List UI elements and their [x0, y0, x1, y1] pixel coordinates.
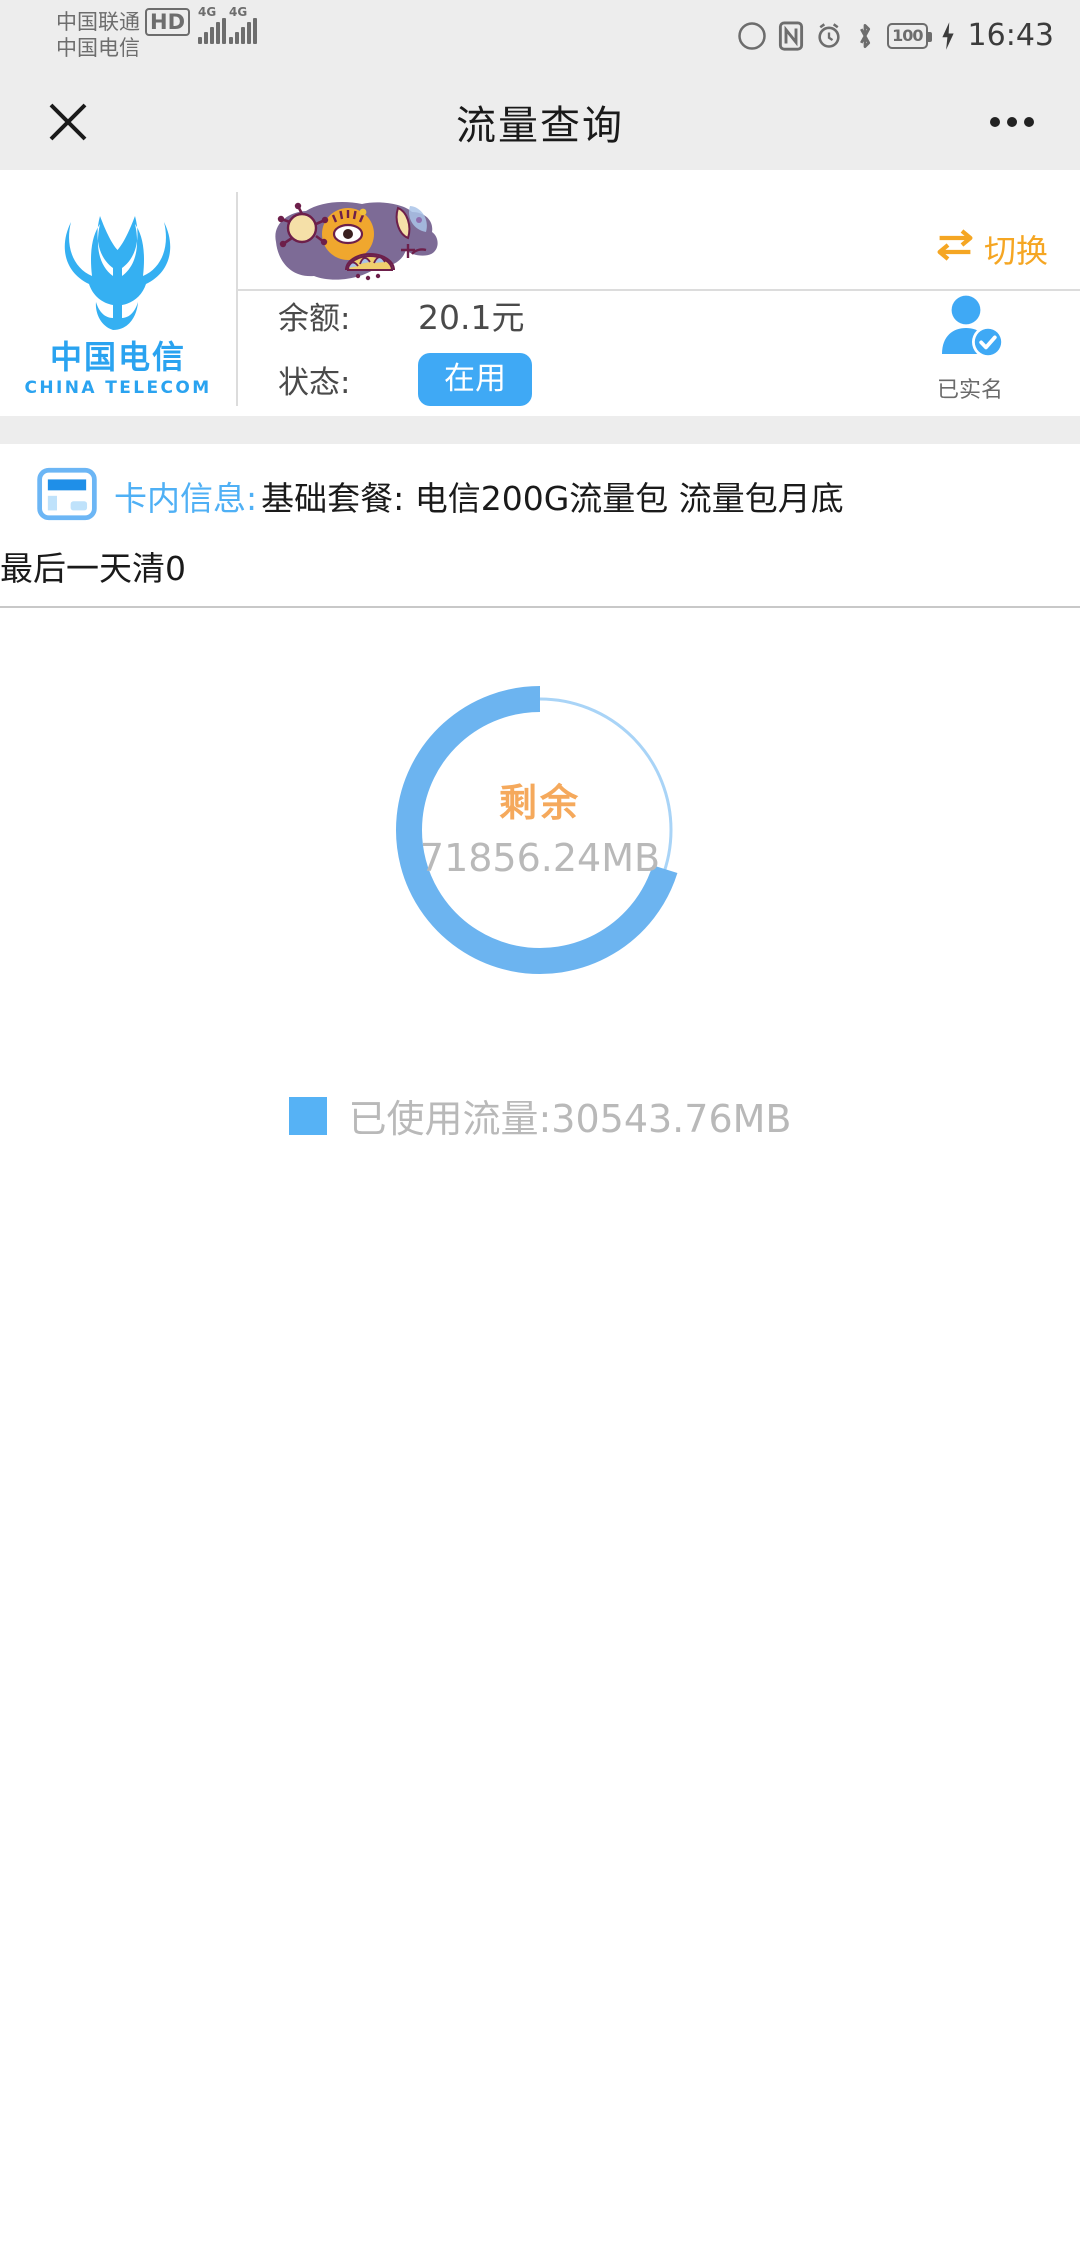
account-top-row: 切换	[238, 192, 1080, 289]
signal-indicators: 4G 4G	[198, 4, 258, 44]
hd-badge: HD	[145, 8, 191, 37]
verified-indicator: 已实名	[934, 294, 1006, 404]
switch-account-label: 切换	[983, 232, 1048, 270]
signal-icon-sim1: 4G	[198, 5, 227, 44]
charging-bolt-icon	[939, 21, 957, 51]
eye-care-icon	[737, 21, 767, 51]
section-gap	[0, 416, 1080, 444]
screen-root: 中国联通 HD 中国电信 4G 4G 100 16:43 流量查询 中国电信 C…	[0, 0, 1080, 2244]
carrier-primary-label: 中国联通	[56, 9, 140, 34]
telecom-logo-en: CHINA TELECOM	[24, 378, 212, 399]
page-title: 流量查询	[456, 103, 624, 149]
card-info-label: 卡内信息:	[114, 479, 258, 518]
status-badge: 在用	[418, 353, 532, 406]
switch-account-button[interactable]: 切换	[934, 226, 1048, 272]
battery-icon: 100	[887, 22, 932, 49]
carrier-names: 中国联通 HD 中国电信	[56, 4, 191, 61]
legend-swatch-used	[288, 1096, 327, 1135]
close-icon[interactable]	[36, 90, 100, 154]
status-bar-clock: 16:43	[967, 18, 1054, 53]
bluetooth-icon	[854, 21, 876, 51]
alarm-icon	[815, 21, 843, 51]
signal-type-label-2: 4G	[229, 5, 248, 19]
sim-card-icon	[36, 466, 98, 526]
balance-field: 余额: 20.1元	[278, 291, 532, 339]
verified-label: 已实名	[936, 377, 1003, 403]
donut-svg	[396, 686, 678, 974]
usage-donut: 剩余 71856.24MB	[390, 680, 690, 980]
status-bar-left: 中国联通 HD 中国电信 4G 4G	[56, 4, 258, 61]
battery-level-label: 100	[892, 26, 923, 45]
status-bar: 中国联通 HD 中国电信 4G 4G 100 16:43	[0, 0, 1080, 74]
carrier-secondary-label: 中国电信	[56, 36, 140, 61]
nfc-icon	[778, 20, 804, 51]
account-bottom-row: 余额: 20.1元 状态: 在用 已实名	[238, 291, 1080, 406]
chart-legend: 已使用流量:30543.76MB	[0, 1088, 1080, 1143]
status-bar-right: 100 16:43	[737, 4, 1054, 53]
redaction-sticker	[262, 198, 442, 284]
legend-label-used: 已使用流量:30543.76MB	[348, 1097, 792, 1141]
signal-icon-sim2: 4G	[229, 5, 258, 44]
data-usage-chart: 剩余 71856.24MB 已使用流量:30543.76MB	[0, 608, 1080, 1228]
more-options-icon[interactable]	[980, 90, 1044, 154]
status-label: 状态:	[278, 365, 351, 402]
card-info-section: 卡内信息: 基础套餐: 电信200G流量包 流量包月底 最后一天清0	[0, 444, 1080, 608]
donut-remaining-arc	[396, 686, 678, 974]
account-fields: 余额: 20.1元 状态: 在用	[278, 291, 532, 406]
account-details: 切换 余额: 20.1元 状态: 在用 已实名	[236, 192, 1080, 406]
balance-value: 20.1元	[418, 298, 525, 338]
account-card: 中国电信 CHINA TELECOM 切换 余额: 20.1元 状态: 在用 已…	[0, 170, 1080, 416]
swap-arrows-icon	[934, 228, 976, 270]
balance-label: 余额:	[278, 300, 351, 337]
status-field: 状态: 在用	[278, 353, 532, 406]
card-info-value-line2: 最后一天清0	[0, 549, 186, 588]
app-header: 流量查询	[0, 74, 1080, 170]
user-verified-icon	[934, 294, 1006, 364]
card-info-value-line1: 基础套餐: 电信200G流量包 流量包月底	[261, 479, 844, 518]
signal-type-label-1: 4G	[198, 5, 217, 19]
telecom-mark-icon	[43, 206, 193, 338]
card-info-line-1: 卡内信息: 基础套餐: 电信200G流量包 流量包月底	[0, 466, 1080, 526]
telecom-logo-cn: 中国电信	[49, 337, 186, 376]
carrier-primary-row: 中国联通 HD	[56, 8, 191, 37]
china-telecom-logo: 中国电信 CHINA TELECOM	[0, 192, 236, 406]
